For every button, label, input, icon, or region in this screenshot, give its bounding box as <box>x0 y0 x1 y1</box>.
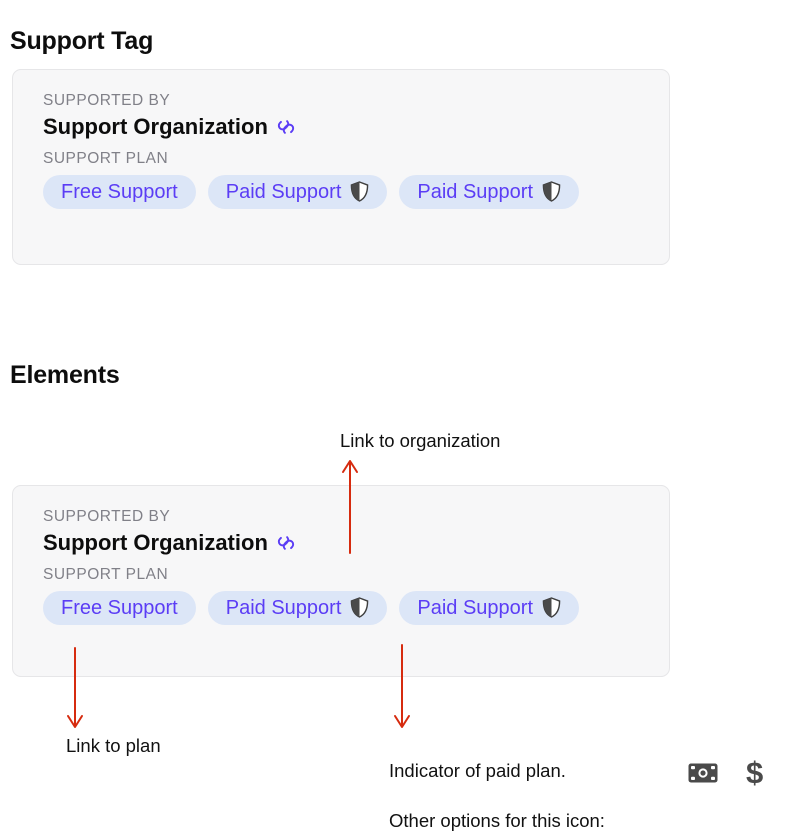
supported-by-label: SUPPORTED BY <box>43 508 171 525</box>
arrow-head-paid-indicator <box>394 715 410 728</box>
annotation-paid-indicator-line1: Indicator of paid plan. <box>389 760 566 781</box>
organization-name: Support Organization <box>43 530 268 556</box>
support-plan-pill-row: Free Support Paid Support Paid Support <box>43 591 641 626</box>
plan-pill-label: Paid Support <box>225 596 342 619</box>
plan-pill-paid-support-2[interactable]: Paid Support <box>399 591 580 626</box>
support-tag-card-annotated: SUPPORTED BY Support Organization SUPPOR… <box>12 485 670 677</box>
support-plan-pill-row: Free Support Paid Support Paid Support <box>43 175 641 210</box>
icon-options-row: $ <box>688 757 763 788</box>
plan-pill-label: Paid Support <box>417 596 534 619</box>
dollar-sign-icon: $ <box>746 755 764 790</box>
plan-pill-paid-support-1[interactable]: Paid Support <box>207 175 388 210</box>
section-heading-elements: Elements <box>10 360 120 389</box>
shield-half-icon <box>350 597 369 619</box>
shield-half-icon <box>350 181 369 203</box>
page-root: Support Tag SUPPORTED BY Support Organiz… <box>0 0 796 831</box>
organization-row: Support Organization <box>43 530 641 555</box>
link-icon[interactable] <box>275 532 297 554</box>
plan-pill-label: Free Support <box>61 180 178 203</box>
support-plan-label: SUPPORT PLAN <box>43 566 169 584</box>
support-plan-label: SUPPORT PLAN <box>43 150 169 168</box>
supported-by-label: SUPPORTED BY <box>43 92 171 109</box>
organization-row: Support Organization <box>43 114 641 139</box>
plan-pill-label: Paid Support <box>225 180 342 203</box>
link-icon[interactable] <box>275 116 297 138</box>
annotation-paid-indicator: Indicator of paid plan. Other options fo… <box>389 733 605 833</box>
annotation-paid-indicator-line2: Other options for this icon: <box>389 810 605 831</box>
plan-pill-paid-support-2[interactable]: Paid Support <box>399 175 580 210</box>
section-heading-support-tag: Support Tag <box>10 26 154 55</box>
annotation-link-to-organization: Link to organization <box>340 430 501 451</box>
annotation-link-to-plan: Link to plan <box>66 735 161 756</box>
shield-half-icon <box>542 181 561 203</box>
plan-pill-free-support[interactable]: Free Support <box>43 175 196 210</box>
plan-pill-label: Paid Support <box>417 180 534 203</box>
arrow-head-link-organization <box>342 460 358 473</box>
organization-name: Support Organization <box>43 114 268 140</box>
money-bill-icon <box>688 762 718 784</box>
plan-pill-free-support[interactable]: Free Support <box>43 591 196 626</box>
plan-pill-label: Free Support <box>61 596 178 619</box>
shield-half-icon <box>542 597 561 619</box>
arrow-head-link-plan <box>67 715 83 728</box>
plan-pill-paid-support-1[interactable]: Paid Support <box>207 591 388 626</box>
support-tag-card: SUPPORTED BY Support Organization SUPPOR… <box>12 69 670 265</box>
